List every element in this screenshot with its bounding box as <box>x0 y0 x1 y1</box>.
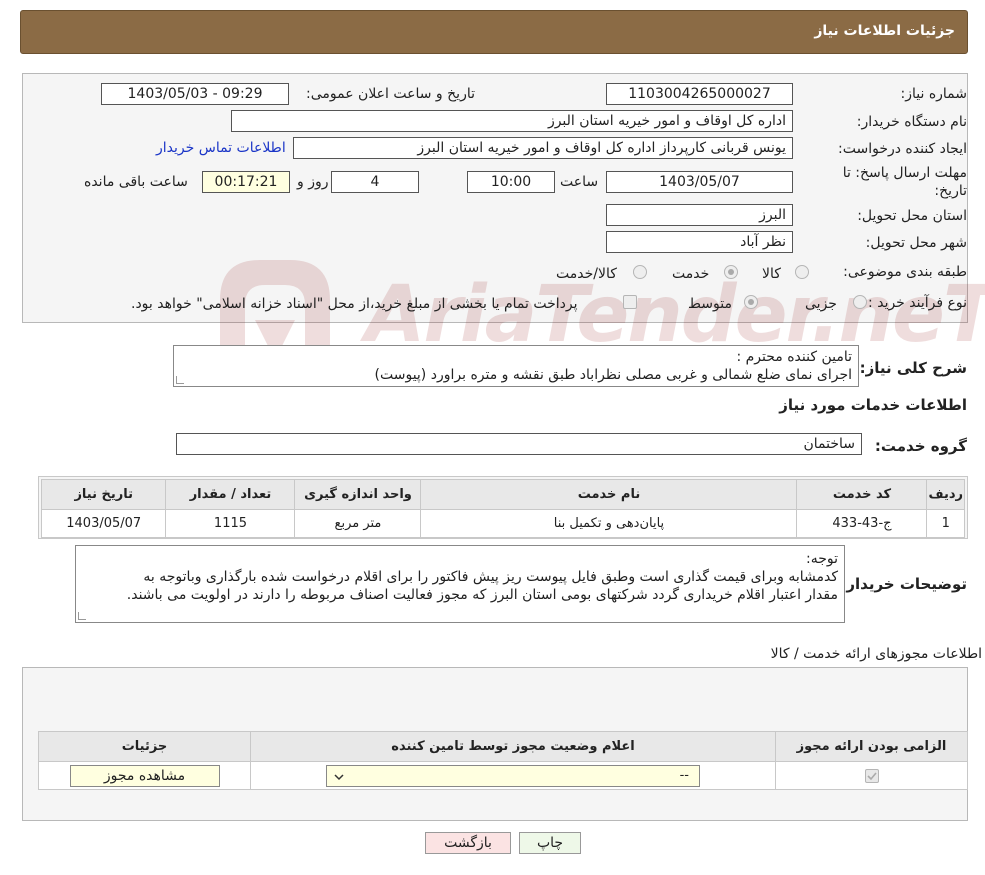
category-radio-goods[interactable] <box>795 265 809 279</box>
permit-status-select-value: -- <box>679 767 689 783</box>
cell-service-code: ج-43-433 <box>796 509 928 538</box>
services-section-title: اطلاعات خدمات مورد نیاز <box>779 396 967 414</box>
need-number-label: شماره نیاز: <box>900 86 968 102</box>
buyer-notes-label: توضیحات خریدار: <box>840 575 967 593</box>
view-permit-button[interactable]: مشاهده مجوز <box>69 764 220 787</box>
col-unit: واحد اندازه گیری <box>294 479 422 510</box>
permits-table: الزامی بودن ارائه مجوز اعلام وضعیت مجوز … <box>38 731 968 790</box>
col-quantity: تعداد / مقدار <box>165 479 296 510</box>
chevron-down-icon <box>334 773 344 780</box>
permit-required-checkbox <box>864 768 879 783</box>
buyer-org-field: اداره کل اوقاف و امور خیریه استان البرز <box>231 110 793 132</box>
col-permit-status: اعلام وضعیت مجوز توسط تامین کننده <box>250 731 776 762</box>
purchase-option-minor: جزیی <box>805 296 837 312</box>
buyer-notes-line-3: مقدار اعتبار اقلام خریداری گردد شرکتهای … <box>126 587 838 603</box>
services-table-wrap: ردیف کد خدمت نام خدمت واحد اندازه گیری ت… <box>38 476 968 539</box>
creator-label: ایجاد کننده درخواست: <box>838 141 967 157</box>
purchase-type-label: نوع فرآیند خرید : <box>868 295 967 311</box>
need-number-field: 1103004265000027 <box>606 83 793 105</box>
col-permit-details: جزئیات <box>38 731 251 762</box>
treasury-payment-note: پرداخت تمام یا بخشی از مبلغ خرید،از محل … <box>131 296 578 312</box>
description-textarea: تامین کننده محترم : اجرای نمای ضلع شمالی… <box>173 345 859 387</box>
buyer-notes-line-2: کدمشابه وبرای قیمت گذاری است وطبق فایل پ… <box>143 569 838 585</box>
table-row: 1 ج-43-433 پایان‌دهی و تکمیل بنا متر مرب… <box>40 509 965 538</box>
purchase-option-medium: متوسط <box>688 296 732 312</box>
deadline-label: مهلت ارسال پاسخ: تا <box>842 165 967 181</box>
city-field: نظر آباد <box>606 231 793 253</box>
days-remaining-field: 4 <box>331 171 419 193</box>
services-table: ردیف کد خدمت نام خدمت واحد اندازه گیری ت… <box>40 479 965 538</box>
permits-table-wrap: الزامی بودن ارائه مجوز اعلام وضعیت مجوز … <box>38 731 968 790</box>
deadline-time-label: ساعت <box>560 174 599 190</box>
buyer-contact-link[interactable]: اطلاعات تماس خریدار <box>156 140 286 156</box>
col-row: ردیف <box>926 479 965 510</box>
print-button[interactable]: چاپ <box>519 832 581 854</box>
buyer-notes-textarea: توجه: کدمشابه وبرای قیمت گذاری است وطبق … <box>75 545 845 623</box>
check-icon <box>866 771 877 780</box>
cell-unit: متر مربع <box>294 509 422 538</box>
service-group-field: ساختمان <box>176 433 862 455</box>
col-service-name: نام خدمت <box>420 479 798 510</box>
resize-grip-icon[interactable] <box>78 612 86 620</box>
cell-row: 1 <box>926 509 965 538</box>
province-field: البرز <box>606 204 793 226</box>
description-label: شرح کلی نیاز: <box>859 359 967 377</box>
permits-section-title: اطلاعات مجوزهای ارائه خدمت / کالا <box>770 646 982 662</box>
deadline-time-field: 10:00 <box>467 171 555 193</box>
creator-field: یونس قربانی کارپرداز اداره کل اوقاف و ام… <box>293 137 793 159</box>
category-option-goods: کالا <box>762 266 781 282</box>
category-option-goods-service: کالا/خدمت <box>556 266 617 282</box>
category-radio-goods-service[interactable] <box>633 265 647 279</box>
col-service-code: کد خدمت <box>796 479 928 510</box>
category-radio-service[interactable] <box>724 265 738 279</box>
description-line-2: اجرای نمای ضلع شمالی و غربی مصلی نظراباد… <box>374 367 852 383</box>
deadline-label-date: تاریخ: <box>934 183 967 199</box>
purchase-radio-medium[interactable] <box>744 295 758 309</box>
province-label: استان محل تحویل: <box>857 208 967 224</box>
announce-date-field: 1403/05/03 - 09:29 <box>101 83 289 105</box>
back-button[interactable]: بازگشت <box>425 832 511 854</box>
resize-grip-icon[interactable] <box>176 376 184 384</box>
description-line-1: تامین کننده محترم : <box>736 349 852 365</box>
cell-permit-details: مشاهده مجوز <box>38 761 251 790</box>
buyer-org-label: نام دستگاه خریدار: <box>856 114 967 130</box>
page-header: جزئیات اطلاعات نیاز <box>20 10 968 54</box>
city-label: شهر محل تحویل: <box>865 235 967 251</box>
cell-need-date: 1403/05/07 <box>40 509 167 538</box>
cell-quantity: 1115 <box>165 509 296 538</box>
cell-permit-status: -- <box>250 761 776 790</box>
category-label: طبقه بندی موضوعی: <box>843 264 967 280</box>
buyer-notes-line-1: توجه: <box>805 551 838 567</box>
col-permit-required: الزامی بودن ارائه مجوز <box>775 731 968 762</box>
col-need-date: تاریخ نیاز <box>40 479 167 510</box>
days-label: روز و <box>297 174 329 190</box>
deadline-date-field: 1403/05/07 <box>606 171 793 193</box>
cell-permit-required <box>775 761 968 790</box>
category-option-service: خدمت <box>672 266 710 282</box>
purchase-radio-minor[interactable] <box>853 295 867 309</box>
cell-service-name: پایان‌دهی و تکمیل بنا <box>420 509 798 538</box>
treasury-payment-checkbox[interactable] <box>623 295 637 309</box>
announce-date-label: تاریخ و ساعت اعلان عمومی: <box>306 86 475 102</box>
table-row: -- مشاهده مجوز <box>38 761 968 790</box>
remaining-time-field: 00:17:21 <box>202 171 290 193</box>
remaining-time-label: ساعت باقی مانده <box>84 174 188 190</box>
page-title: جزئیات اطلاعات نیاز <box>814 23 955 39</box>
permit-status-select[interactable]: -- <box>326 764 700 787</box>
service-group-label: گروه خدمت: <box>874 437 967 455</box>
